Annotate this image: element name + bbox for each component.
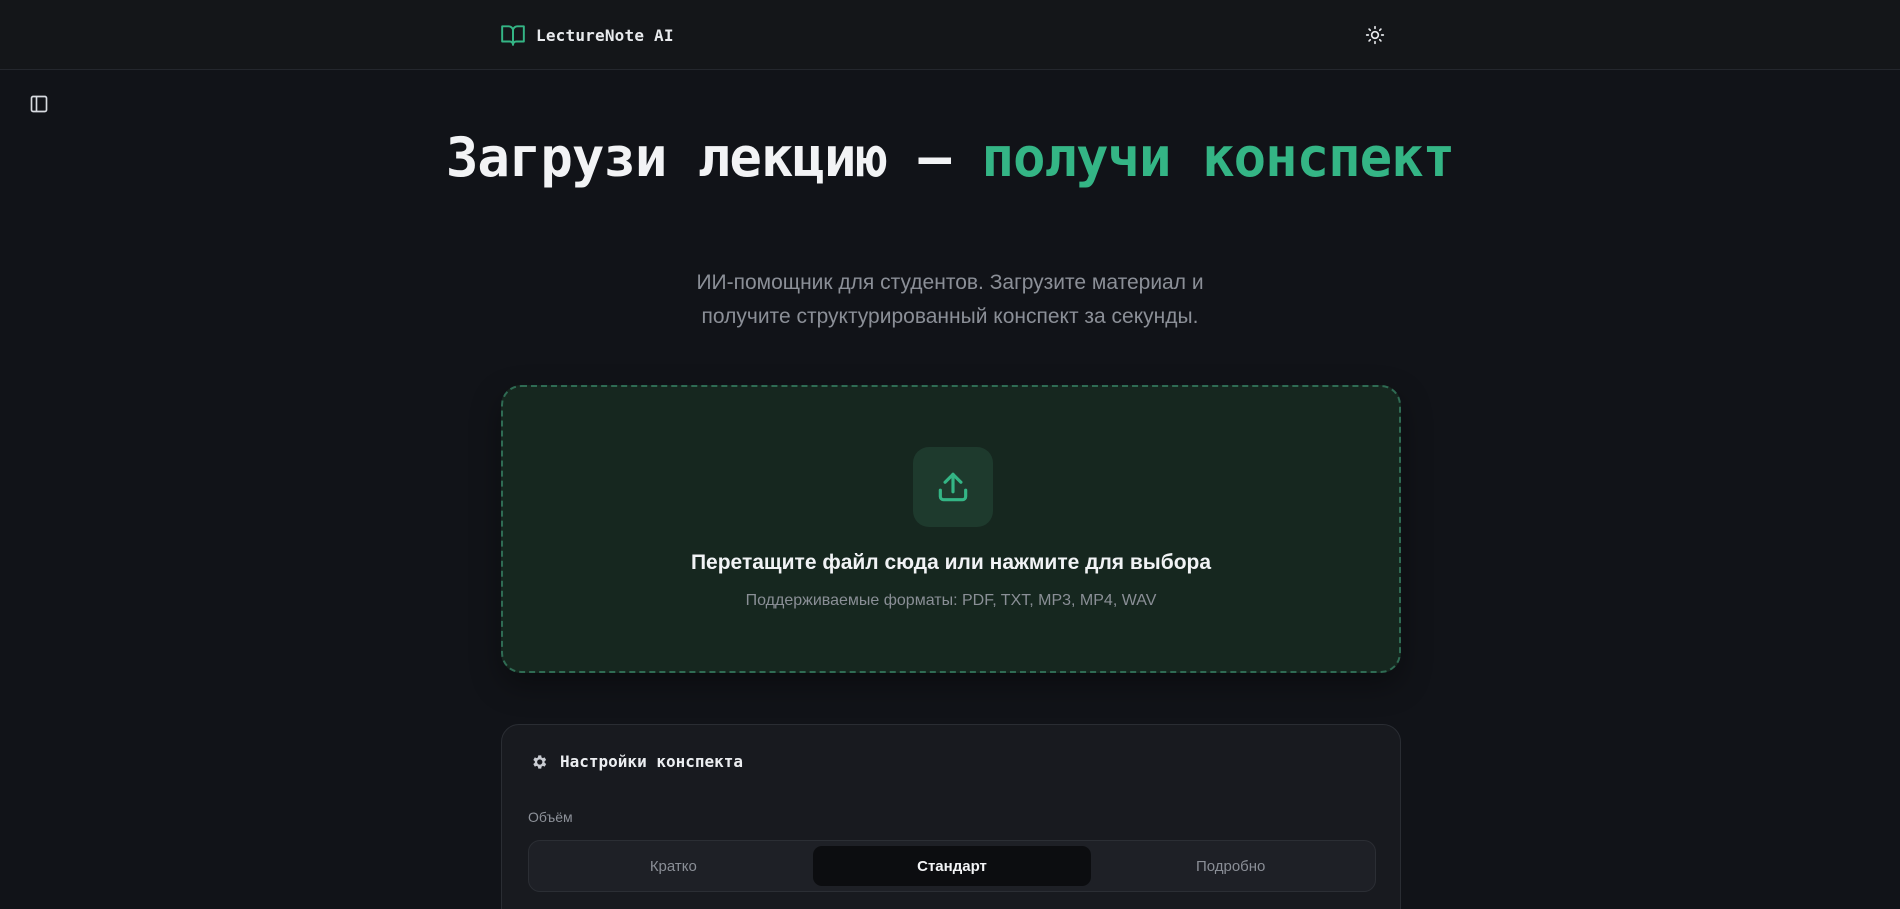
- supported-formats: Поддерживаемые форматы: PDF, TXT, MP3, M…: [745, 592, 1157, 609]
- theme-toggle-button[interactable]: [1362, 22, 1388, 48]
- title-main: Загрузи лекцию —: [445, 126, 982, 189]
- brand[interactable]: LectureNote AI: [500, 22, 674, 48]
- upload-badge: [913, 447, 993, 527]
- file-dropzone[interactable]: Перетащите файл сюда или нажмите для выб…: [501, 385, 1401, 673]
- gear-icon: [533, 754, 547, 769]
- volume-option-standard[interactable]: Стандарт: [812, 846, 1092, 886]
- sidebar-panel-icon: [30, 95, 48, 113]
- brand-name: LectureNote AI: [536, 25, 674, 45]
- top-bar: LectureNote AI: [0, 0, 1900, 70]
- sun-icon: [1365, 25, 1385, 45]
- dropzone-title: Перетащите файл сюда или нажмите для выб…: [690, 551, 1212, 574]
- volume-option-brief[interactable]: Кратко: [534, 846, 813, 886]
- volume-option-detailed[interactable]: Подробно: [1091, 846, 1370, 886]
- sidebar-toggle-button[interactable]: [27, 92, 51, 116]
- volume-label: Объём: [528, 809, 573, 825]
- settings-header: Настройки конспекта: [530, 752, 743, 771]
- book-open-icon: [501, 25, 525, 46]
- summary-settings-card: Настройки конспекта Объём Кратко Стандар…: [501, 724, 1401, 909]
- volume-selector: Кратко Стандарт Подробно: [528, 840, 1376, 892]
- title-accent: получи конспект: [981, 126, 1456, 189]
- page-title: Загрузи лекцию — получи конспект: [0, 126, 1900, 190]
- upload-icon: [938, 472, 968, 502]
- page-subtitle: ИИ-помощник для студентов. Загрузите мат…: [696, 271, 1204, 328]
- settings-title: Настройки конспекта: [560, 752, 744, 771]
